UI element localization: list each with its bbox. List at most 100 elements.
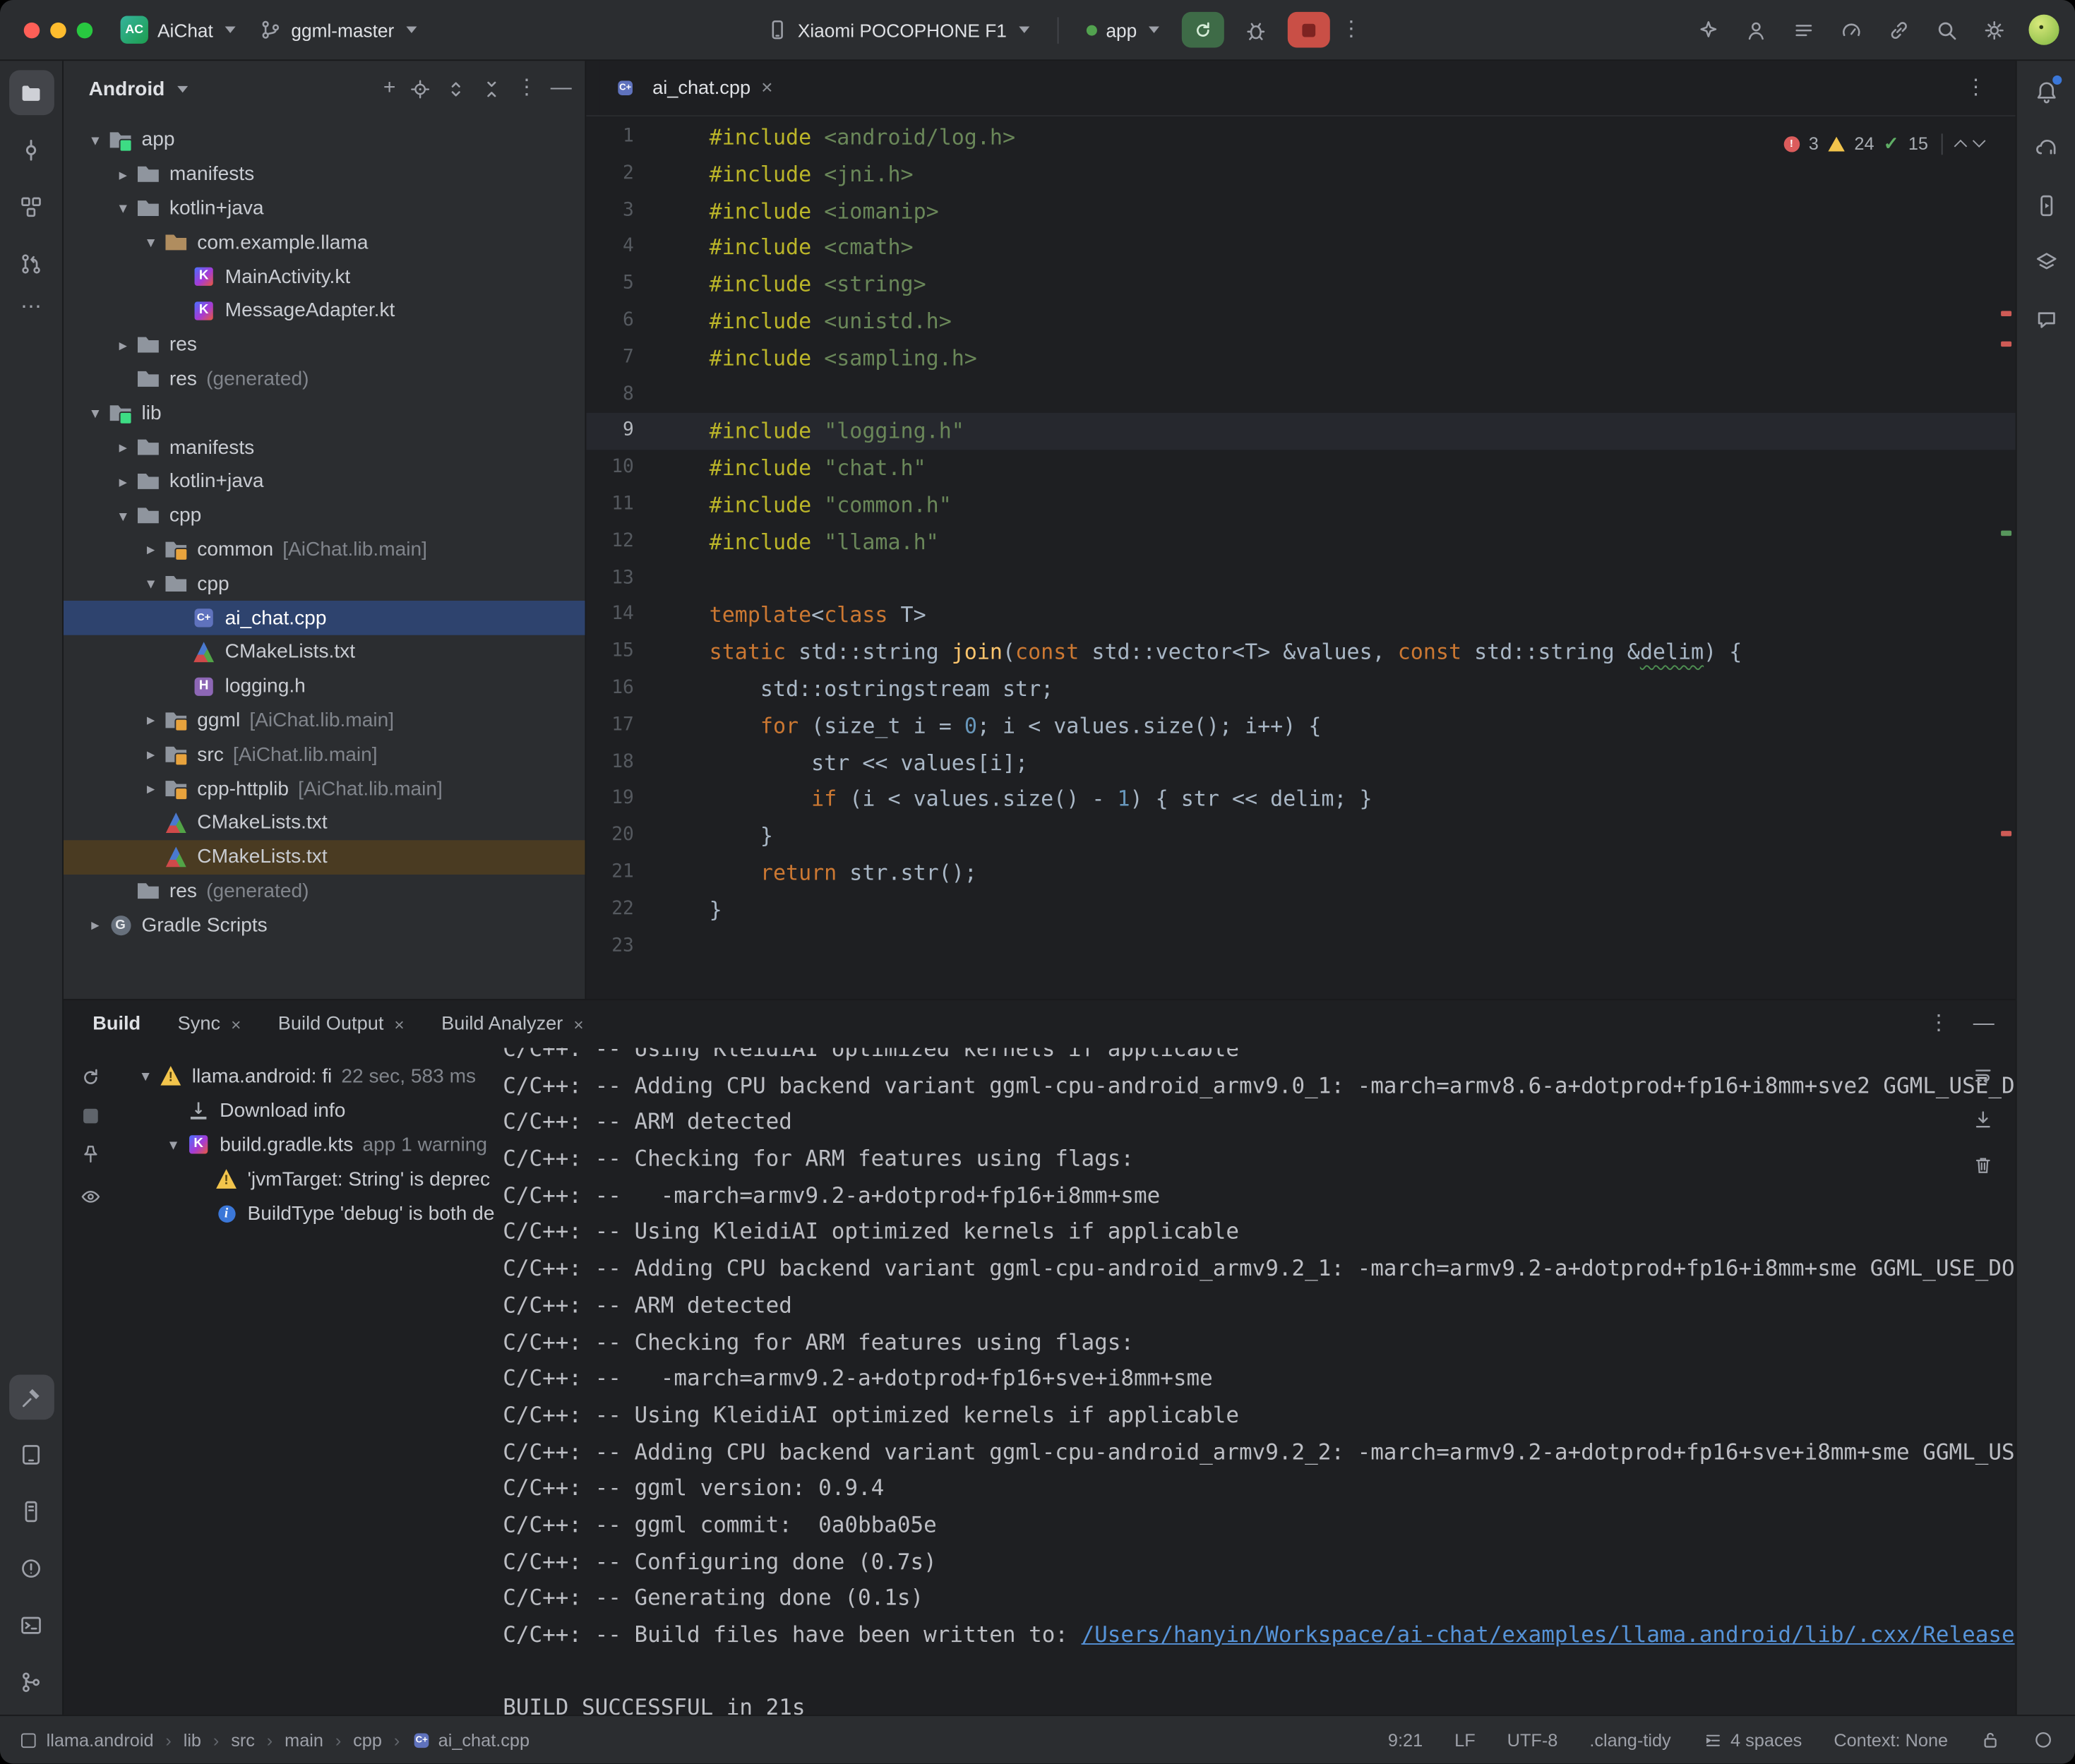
chevron-down-icon[interactable] [138, 234, 164, 250]
next-problem-icon[interactable] [1973, 135, 1986, 148]
code-line[interactable]: 9#include "logging.h" [586, 414, 2015, 450]
stripe-mark[interactable] [2001, 532, 2011, 536]
tab-build-output[interactable]: Build Output× [278, 1014, 405, 1035]
clang-tidy-status[interactable]: .clang-tidy [1589, 1730, 1670, 1750]
locate-file-icon[interactable] [409, 78, 431, 100]
code-line[interactable]: 12#include "llama.h" [586, 524, 2015, 560]
ai-actions-button[interactable] [1687, 12, 1730, 48]
line-separator[interactable]: LF [1454, 1730, 1476, 1750]
indent-setting[interactable]: 4 spaces [1703, 1730, 1802, 1750]
search-everywhere-button[interactable] [1925, 12, 1968, 48]
project-tree-item[interactable]: res [64, 328, 585, 361]
project-tree-item[interactable]: MainActivity.kt [64, 260, 585, 294]
project-tree-item[interactable]: res(generated) [64, 362, 585, 396]
close-icon[interactable]: × [394, 1016, 404, 1033]
project-tree-item[interactable]: app [64, 123, 585, 157]
code-line[interactable]: 23 [586, 928, 2015, 965]
project-tree-item[interactable]: res(generated) [64, 874, 585, 908]
project-tree-item[interactable]: kotlin+java [64, 191, 585, 225]
editor-options-icon[interactable]: ⋮ [1965, 78, 1986, 99]
build-tree-item[interactable]: BuildType 'debug' is both de [116, 1196, 503, 1230]
stripe-mark[interactable] [2001, 832, 2011, 836]
more-actions-icon[interactable]: ⋮ [1341, 19, 1362, 40]
hide-build-panel-icon[interactable]: — [1973, 1014, 1995, 1035]
profiler-button[interactable] [1830, 12, 1872, 48]
branch-selector[interactable]: ggml-master [248, 13, 429, 47]
minimize-window-button[interactable] [50, 22, 66, 37]
lock-icon[interactable] [1980, 1729, 2001, 1751]
tab-sync[interactable]: Sync× [178, 1014, 241, 1035]
pin-icon[interactable] [79, 1143, 102, 1165]
stop-sync-icon[interactable] [83, 1109, 97, 1124]
code-line[interactable]: 21 return str.str(); [586, 855, 2015, 892]
panel-options-icon[interactable]: ⋮ [516, 78, 537, 100]
code-line[interactable]: 14template<class T> [586, 597, 2015, 634]
more-tools-icon[interactable]: ⋯ [20, 298, 42, 319]
chevron-down-icon[interactable] [110, 508, 136, 523]
breadcrumb-item[interactable]: ai_chat.cpp [412, 1730, 530, 1750]
build-tree-item[interactable]: 'jvmTarget: String' is deprec [116, 1162, 503, 1196]
code-line[interactable]: 16 std::ostringstream str; [586, 671, 2015, 707]
code-line[interactable]: 18 str << values[i]; [586, 744, 2015, 781]
code-line[interactable]: 19 if (i < values.size() - 1) { str << d… [586, 781, 2015, 818]
project-tree-item[interactable]: lib [64, 396, 585, 430]
new-item-icon[interactable]: + [383, 78, 396, 100]
maximize-window-button[interactable] [77, 22, 92, 37]
chevron-right-icon[interactable] [138, 781, 164, 796]
caret-position[interactable]: 9:21 [1388, 1730, 1423, 1750]
build-panel-title[interactable]: Build [92, 1014, 140, 1035]
soft-wrap-icon[interactable] [1972, 1064, 1995, 1086]
code-line[interactable]: 8 [586, 376, 2015, 413]
chevron-down-icon[interactable] [82, 132, 108, 148]
code-line[interactable]: 17 for (size_t i = 0; i < values.size();… [586, 707, 2015, 744]
build-console[interactable]: C/C++: -- Using KleidiAI optimized kerne… [503, 1048, 2015, 1715]
project-tree-item[interactable]: CMakeLists.txt [64, 840, 585, 874]
pull-requests-tool-button[interactable] [8, 241, 54, 286]
build-tree-item[interactable]: llama.android: fi22 sec, 583 ms [116, 1059, 503, 1093]
structure-tool-button[interactable] [8, 184, 54, 229]
code-line[interactable]: 11#include "common.h" [586, 487, 2015, 524]
project-tree-item[interactable]: manifests [64, 431, 585, 464]
assistant-tool-button[interactable] [2023, 296, 2069, 342]
version-control-tool-button[interactable] [8, 1659, 54, 1704]
chevron-down-icon[interactable] [82, 405, 108, 421]
code-line[interactable]: 20 } [586, 818, 2015, 855]
chevron-right-icon[interactable] [110, 439, 136, 455]
code-line[interactable]: 13 [586, 560, 2015, 597]
breadcrumb-item[interactable]: main [285, 1730, 323, 1750]
close-icon[interactable]: × [573, 1016, 583, 1033]
chevron-down-icon[interactable] [132, 1068, 158, 1084]
todo-button[interactable] [1783, 12, 1825, 48]
project-tree-item[interactable]: common[AiChat.lib.main] [64, 533, 585, 567]
running-devices-tool-button[interactable] [2023, 183, 2069, 228]
code-line[interactable]: 6#include <unistd.h> [586, 303, 2015, 340]
commit-tool-button[interactable] [8, 127, 54, 172]
code-line[interactable]: 15static std::string join(const std::vec… [586, 634, 2015, 671]
project-tree-item[interactable]: kotlin+java [64, 464, 585, 498]
stop-button[interactable] [1288, 12, 1330, 48]
chevron-down-icon[interactable] [110, 200, 136, 216]
clear-console-icon[interactable] [1972, 1153, 1995, 1176]
code-line[interactable]: 3#include <iomanip> [586, 193, 2015, 229]
stripe-mark[interactable] [2001, 311, 2011, 316]
previous-problem-icon[interactable] [1954, 140, 1968, 154]
project-view-selector[interactable]: Android [89, 78, 165, 100]
run-configuration-selector[interactable]: app [1074, 14, 1171, 46]
code-line[interactable]: 22} [586, 892, 2015, 928]
project-tree-item[interactable]: com.example.llama [64, 225, 585, 259]
breadcrumb-item[interactable]: llama.android [47, 1730, 154, 1750]
build-options-icon[interactable]: ⋮ [1928, 1014, 1949, 1035]
context-widget[interactable]: Context: None [1834, 1730, 1948, 1750]
debug-button[interactable] [1235, 12, 1277, 48]
close-icon[interactable]: × [761, 78, 772, 98]
project-tree-item[interactable]: cpp [64, 567, 585, 601]
scroll-to-end-icon[interactable] [1972, 1109, 1995, 1132]
gradle-tool-button[interactable] [2023, 126, 2069, 171]
project-tree-item[interactable]: src[AiChat.lib.main] [64, 738, 585, 772]
hide-panel-icon[interactable]: — [551, 78, 572, 100]
editor-tab[interactable]: ai_chat.cpp × [599, 61, 789, 115]
chevron-down-icon[interactable] [160, 1136, 186, 1152]
problems-tool-button[interactable] [8, 1545, 54, 1590]
build-tree-item[interactable]: Download info [116, 1093, 503, 1127]
code-line[interactable]: 10#include "chat.h" [586, 450, 2015, 487]
